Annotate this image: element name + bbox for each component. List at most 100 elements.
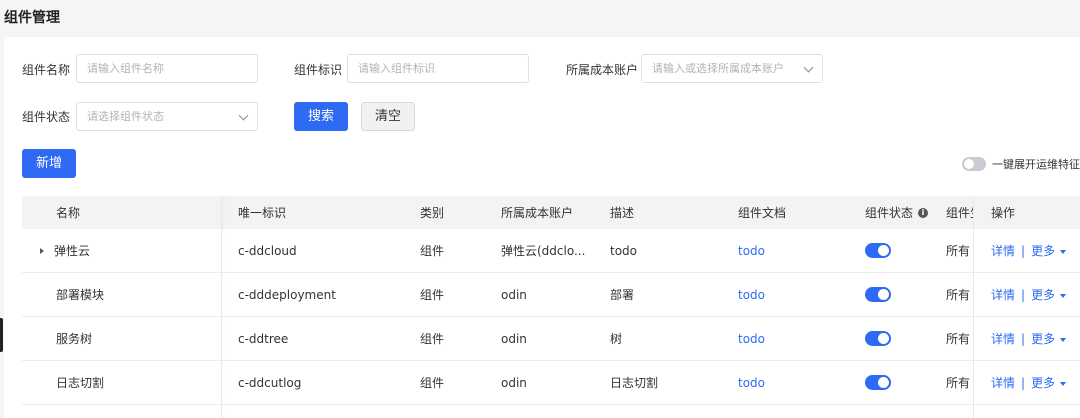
more-label: 更多	[1031, 288, 1056, 302]
table-row: 弹性云 c-ddcloud 组件 弹性云(ddclo... todo todo …	[22, 229, 1080, 273]
row-uid: c-ddtree	[238, 331, 289, 346]
row-account: odin	[501, 331, 527, 346]
row-doc-link[interactable]: todo	[738, 361, 765, 404]
row-status-cell	[865, 229, 891, 272]
info-icon[interactable]: i	[918, 207, 929, 218]
row-account: odin	[501, 287, 527, 302]
row-ops: 详情 | 更多	[991, 361, 1067, 404]
row-name: 部署模块	[56, 288, 105, 302]
header-doc: 组件文档	[738, 206, 787, 220]
table-row: 部署模块 c-dddeployment 组件 odin 部署 todo 所有 详…	[22, 273, 1080, 317]
row-category: 组件	[420, 288, 445, 302]
table-row: 日志切割 c-ddcutlog 组件 odin 日志切割 todo 所有 详情 …	[22, 361, 1080, 405]
row-name: 日志切割	[56, 376, 105, 390]
table-row: 服务树 c-ddtree 组件 odin 树 todo 所有 详情 | 更多	[22, 317, 1080, 361]
caret-down-icon	[1060, 293, 1067, 298]
clear-button[interactable]: 清空	[361, 102, 415, 131]
header-account: 所属成本账户	[501, 206, 574, 220]
more-dropdown[interactable]: 更多	[1031, 242, 1067, 259]
row-name: 弹性云	[54, 244, 91, 258]
row-status-cell	[865, 317, 891, 360]
row-status-cell	[865, 273, 891, 316]
row-uid: c-dddeployment	[238, 287, 336, 302]
expand-row-icon[interactable]	[40, 247, 44, 254]
more-label: 更多	[1031, 332, 1056, 346]
row-owner: 所有	[946, 288, 971, 302]
row-desc: todo	[610, 243, 638, 258]
ops-separator: |	[1021, 375, 1026, 390]
expand-ops-toggle-label: 一键展开运维特征	[992, 158, 1080, 171]
add-button[interactable]: 新增	[22, 149, 76, 178]
header-uid: 唯一标识	[238, 206, 287, 220]
row-desc: 部署	[610, 288, 635, 302]
name-filter-label: 组件名称	[22, 63, 71, 77]
more-dropdown[interactable]: 更多	[1031, 286, 1067, 303]
name-filter-placeholder: 请输入组件名称	[87, 62, 164, 75]
id-filter-input[interactable]: 请输入组件标识	[347, 54, 529, 83]
fixed-column-divider-left	[221, 196, 222, 418]
account-filter-placeholder: 请输入或选择所属成本账户	[652, 62, 784, 75]
row-category: 组件	[420, 376, 445, 390]
component-table: 名称 唯一标识 类别 所属成本账户 描述 组件文档 组件状态 i 组件生 操作 …	[22, 196, 1080, 405]
search-button[interactable]: 搜索	[294, 102, 348, 131]
detail-link[interactable]: 详情	[991, 286, 1015, 303]
row-category: 组件	[420, 332, 445, 346]
row-name-cell: 弹性云	[40, 229, 90, 272]
row-account: 弹性云(ddclo...	[501, 244, 586, 258]
name-filter-input[interactable]: 请输入组件名称	[76, 54, 258, 83]
header-owner: 组件生	[946, 206, 974, 220]
detail-link[interactable]: 详情	[991, 374, 1015, 391]
row-name: 服务树	[56, 332, 93, 346]
ops-separator: |	[1021, 287, 1026, 302]
header-status: 组件状态 i	[865, 196, 929, 229]
more-dropdown[interactable]: 更多	[1031, 330, 1067, 347]
more-label: 更多	[1031, 376, 1056, 390]
row-uid: c-ddcloud	[238, 243, 297, 258]
row-doc-link[interactable]: todo	[738, 273, 765, 316]
expand-ops-toggle-group: 一键展开运维特征	[962, 156, 1080, 172]
id-filter-placeholder: 请输入组件标识	[358, 62, 435, 75]
more-dropdown[interactable]: 更多	[1031, 374, 1067, 391]
row-owner: 所有	[946, 376, 971, 390]
header-name: 名称	[56, 206, 81, 220]
chevron-down-icon	[803, 62, 814, 73]
expand-ops-toggle[interactable]	[962, 157, 986, 171]
status-filter-placeholder: 请选择组件状态	[87, 110, 164, 123]
chevron-down-icon	[238, 110, 249, 121]
side-drawer-handle[interactable]	[0, 318, 3, 352]
table-header: 名称 唯一标识 类别 所属成本账户 描述 组件文档 组件状态 i 组件生 操作	[22, 196, 1080, 229]
row-status-cell	[865, 361, 891, 404]
id-filter-label: 组件标识	[294, 63, 343, 77]
header-desc: 描述	[610, 206, 635, 220]
row-desc: 树	[610, 332, 623, 346]
caret-down-icon	[1060, 381, 1067, 386]
page-title: 组件管理	[4, 10, 60, 26]
row-uid: c-ddcutlog	[238, 375, 302, 390]
more-label: 更多	[1031, 244, 1056, 258]
row-account: odin	[501, 375, 527, 390]
header-ops: 操作	[991, 206, 1016, 220]
status-switch[interactable]	[865, 331, 891, 346]
row-doc-link[interactable]: todo	[738, 317, 765, 360]
row-desc: 日志切割	[610, 376, 659, 390]
detail-link[interactable]: 详情	[991, 242, 1015, 259]
row-doc-link[interactable]: todo	[738, 229, 765, 272]
account-filter-select[interactable]: 请输入或选择所属成本账户	[641, 54, 823, 83]
status-switch[interactable]	[865, 287, 891, 302]
status-filter-label: 组件状态	[22, 110, 71, 124]
row-ops: 详情 | 更多	[991, 317, 1067, 360]
ops-separator: |	[1021, 243, 1026, 258]
fixed-column-divider-right	[973, 196, 974, 418]
row-category: 组件	[420, 244, 445, 258]
header-category: 类别	[420, 206, 445, 220]
status-switch[interactable]	[865, 243, 891, 258]
header-status-label: 组件状态	[865, 206, 914, 220]
row-owner: 所有	[946, 332, 971, 346]
status-switch[interactable]	[865, 375, 891, 390]
status-filter-select[interactable]: 请选择组件状态	[76, 102, 258, 131]
detail-link[interactable]: 详情	[991, 330, 1015, 347]
row-ops: 详情 | 更多	[991, 229, 1067, 272]
account-filter-label: 所属成本账户	[566, 63, 639, 77]
caret-down-icon	[1060, 249, 1067, 254]
ops-separator: |	[1021, 331, 1026, 346]
